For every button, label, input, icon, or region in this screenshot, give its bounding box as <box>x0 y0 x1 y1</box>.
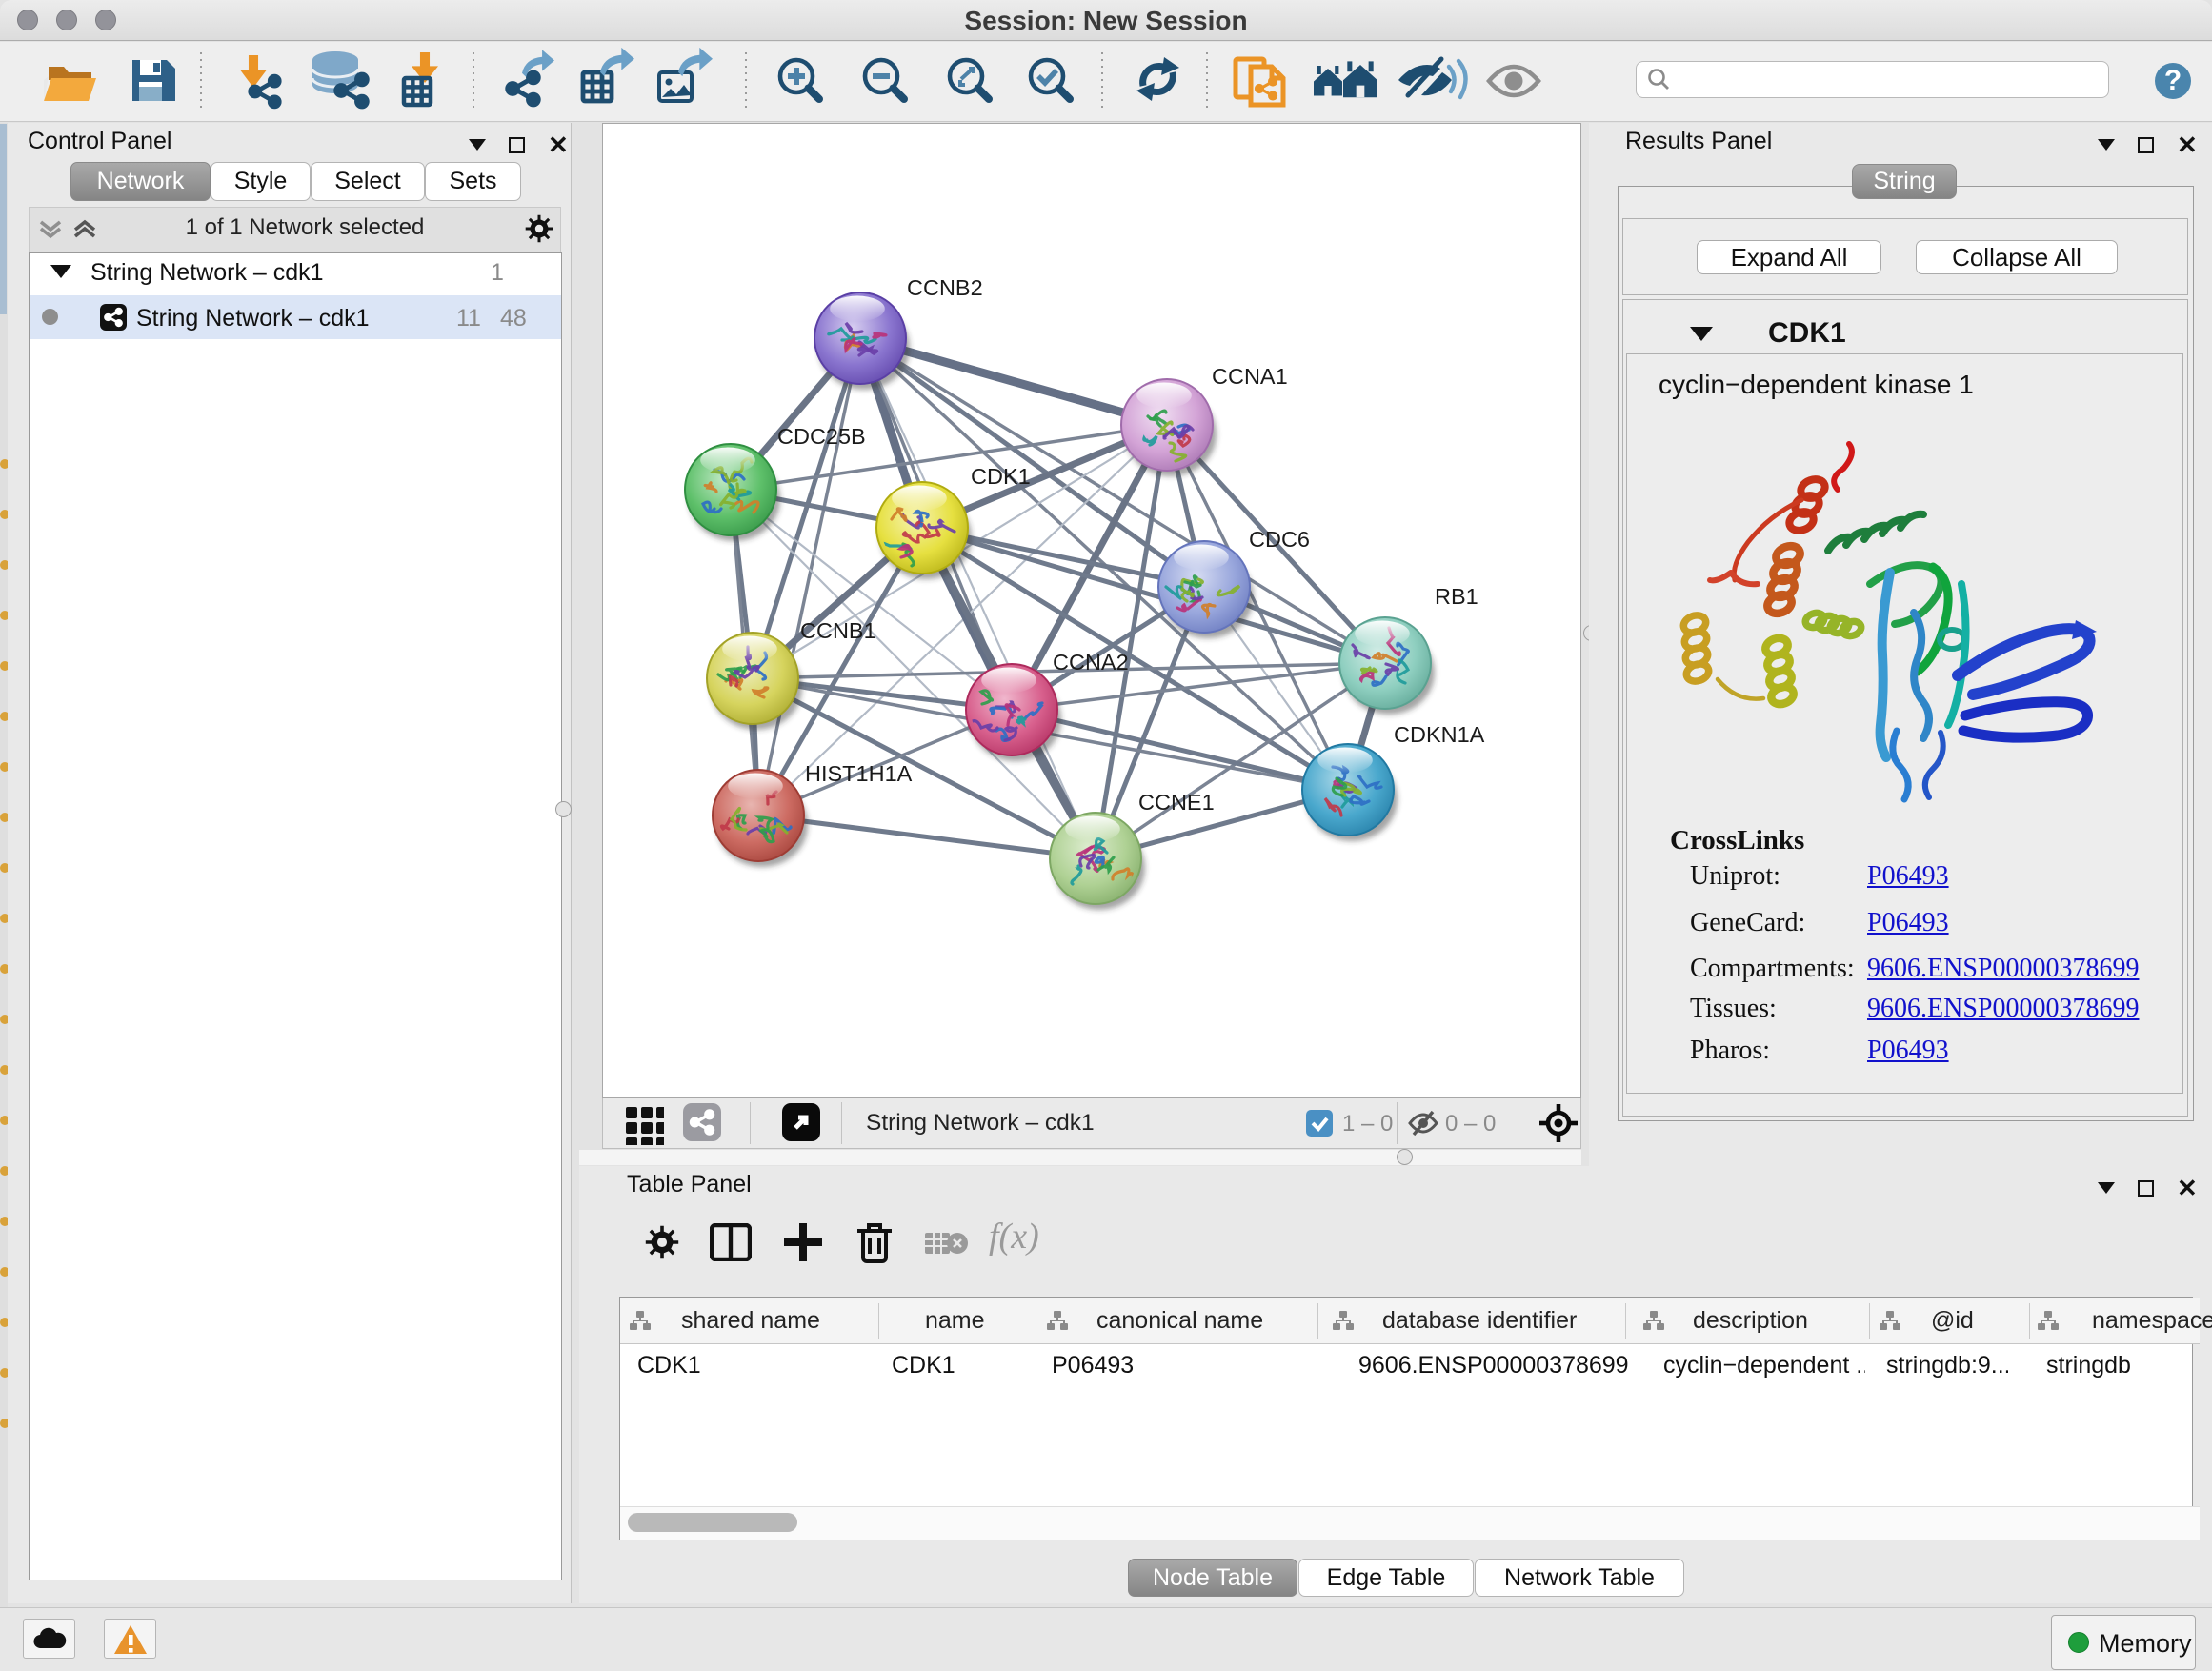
svg-text:CCNB1: CCNB1 <box>800 618 876 643</box>
svg-text:CDKN1A: CDKN1A <box>1394 722 1485 747</box>
svg-text:CCNA2: CCNA2 <box>1053 650 1129 674</box>
svg-text:HIST1H1A: HIST1H1A <box>805 761 913 786</box>
svg-text:CDC25B: CDC25B <box>777 424 866 449</box>
svg-text:CCNE1: CCNE1 <box>1138 790 1215 815</box>
svg-text:RB1: RB1 <box>1435 584 1478 609</box>
svg-text:CDC6: CDC6 <box>1249 527 1310 552</box>
svg-text:CCNB2: CCNB2 <box>907 275 983 300</box>
svg-text:CCNA1: CCNA1 <box>1212 364 1288 389</box>
svg-text:CDK1: CDK1 <box>971 464 1031 489</box>
